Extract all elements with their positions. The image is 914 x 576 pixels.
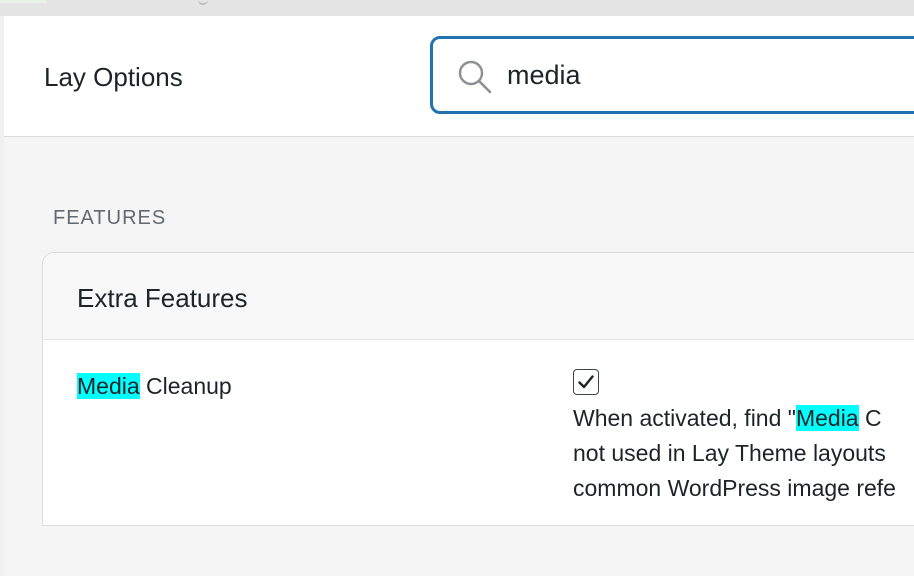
checkmark-icon [578,375,594,389]
description-text: C [858,405,882,431]
section-heading: FEATURES [53,207,167,229]
top-strip-mark [198,0,208,5]
search-icon [457,59,493,95]
description-line-3: common WordPress image refe [573,475,896,501]
description-text: When activated, find " [573,405,796,431]
option-description: When activated, find "Media C not used i… [573,401,914,506]
description-line-2: not used in Lay Theme layouts [573,440,886,466]
search-box[interactable] [430,36,914,114]
browser-top-strip [0,0,914,16]
card-title: Extra Features [77,283,248,313]
media-cleanup-checkbox[interactable] [573,369,599,395]
option-label-media-cleanup: Media Cleanup [77,373,232,400]
options-content: FEATURES Extra Features Media Cleanup Wh… [4,137,914,576]
page-title: Lay Options [44,62,183,92]
search-input[interactable] [507,55,907,95]
extra-features-card: Extra Features Media Cleanup When activa… [42,252,914,526]
option-label-rest: Cleanup [139,373,232,399]
description-line-1: When activated, find "Media C [573,401,914,436]
top-strip-tab-accent [0,0,46,3]
search-highlight: Media [795,405,859,431]
search-highlight: Media [77,373,140,399]
options-header: Lay Options [4,16,914,137]
card-header: Extra Features [43,253,914,340]
